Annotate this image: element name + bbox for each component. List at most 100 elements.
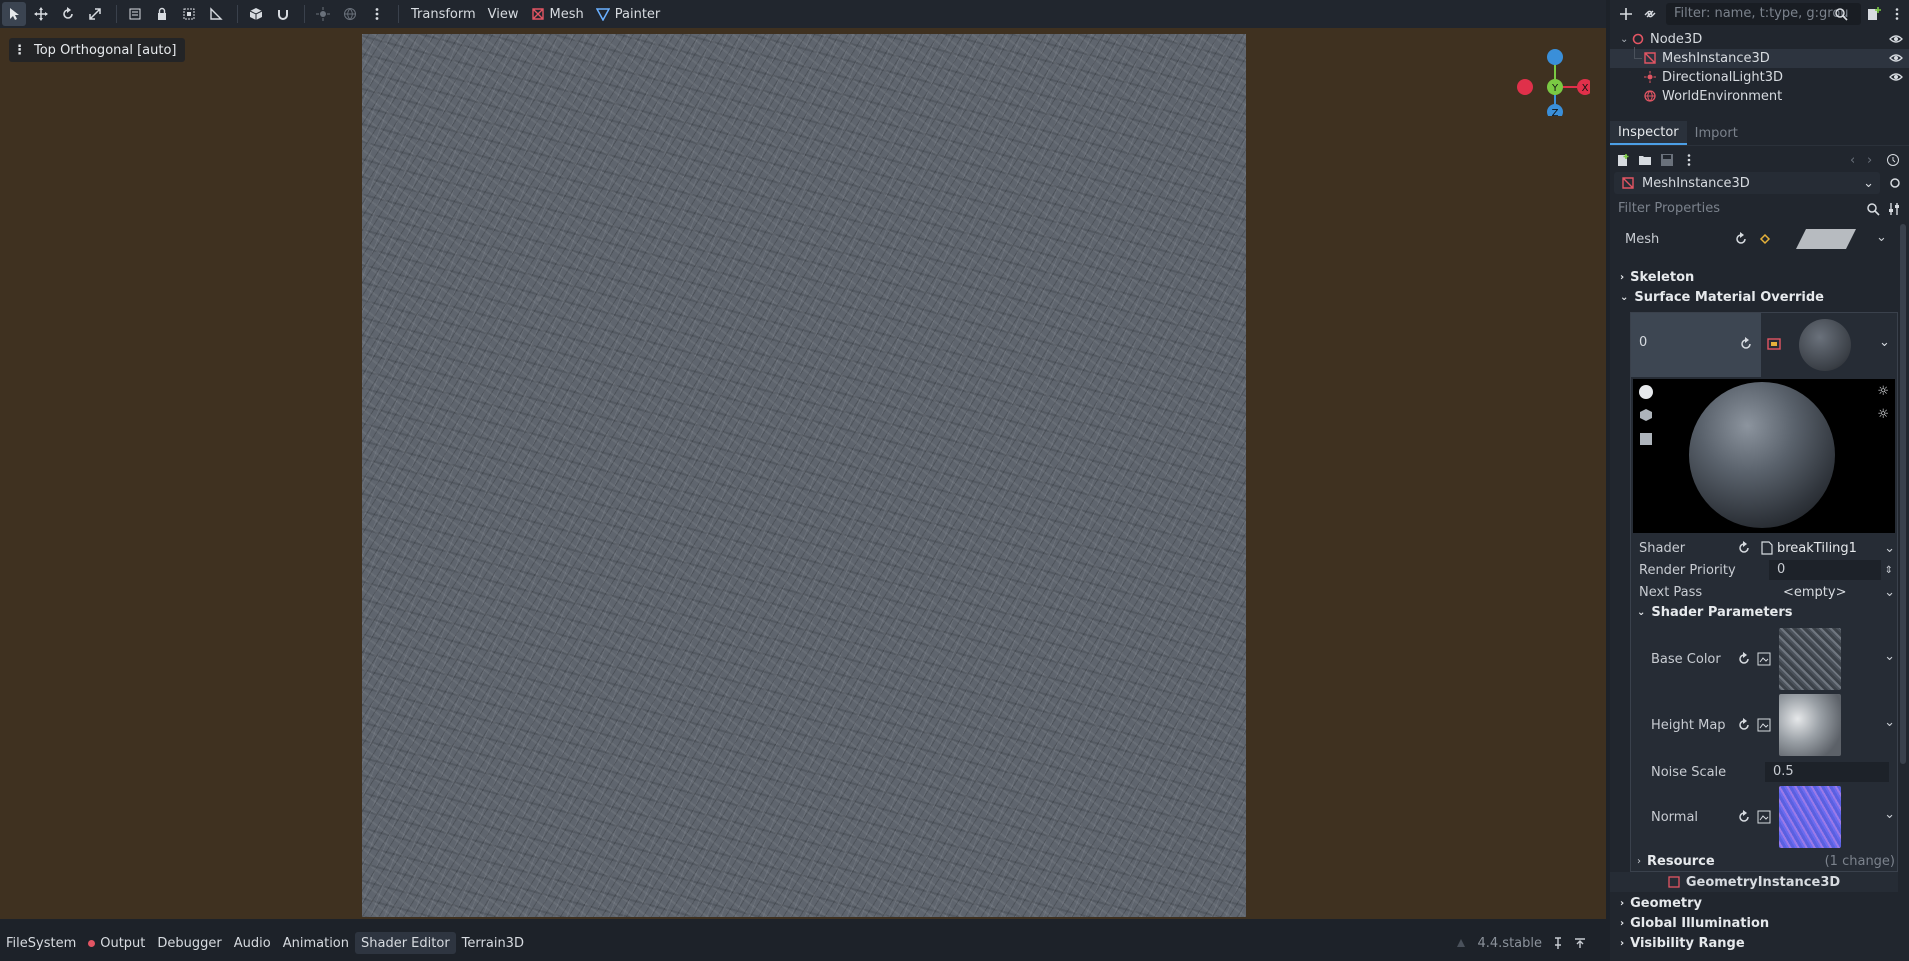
chevron-down-icon[interactable]: ⌄: [1876, 230, 1887, 245]
kebab-icon[interactable]: [1682, 153, 1696, 167]
plane-mesh-thumbnail[interactable]: [1794, 227, 1858, 251]
material-thumbnail[interactable]: [1799, 319, 1851, 371]
list-select-button[interactable]: [123, 2, 147, 26]
attach-script-icon[interactable]: [1866, 6, 1882, 22]
visibility-eye-icon[interactable]: [1889, 32, 1903, 46]
global-illumination-section[interactable]: › Global Illumination: [1620, 916, 1769, 931]
base-color-property: Base Color ⌄: [1651, 627, 1897, 691]
sphere-preview-icon[interactable]: [1639, 385, 1653, 399]
light-2-toggle-icon[interactable]: ☼: [1877, 407, 1889, 422]
select-tool-button[interactable]: [2, 2, 26, 26]
scene-filter-input[interactable]: Filter: name, t:type, g:grou: [1666, 3, 1861, 25]
kebab-icon[interactable]: [1890, 7, 1904, 21]
rotate-tool-button[interactable]: [56, 2, 80, 26]
chevron-down-icon[interactable]: ⌄: [1884, 807, 1895, 822]
revert-icon[interactable]: [1737, 541, 1751, 555]
snap-button[interactable]: [271, 2, 295, 26]
surface-material-override-section[interactable]: ⌄ Surface Material Override: [1620, 290, 1824, 305]
resource-section[interactable]: › Resource (1 change): [1637, 851, 1897, 871]
add-node-icon[interactable]: [1618, 6, 1634, 22]
tree-node-worldenvironment[interactable]: WorldEnvironment: [1610, 87, 1909, 106]
pin-icon[interactable]: [1552, 937, 1564, 949]
tab-shader-editor[interactable]: Shader Editor: [355, 932, 456, 954]
noise-scale-input[interactable]: 0.5: [1765, 762, 1889, 782]
object-selector[interactable]: MeshInstance3D ⌄: [1614, 172, 1880, 194]
revert-icon[interactable]: [1734, 232, 1748, 246]
painter-menu[interactable]: Painter: [590, 2, 667, 26]
normal-texture-thumbnail[interactable]: [1779, 786, 1841, 848]
tab-audio[interactable]: Audio: [228, 932, 277, 954]
shader-property[interactable]: Shader breakTiling1 ⌄: [1639, 537, 1897, 559]
view-menu[interactable]: View: [482, 2, 525, 26]
revert-icon[interactable]: [1737, 718, 1751, 732]
gizmo-y-label: Y: [1551, 83, 1559, 94]
next-pass-value[interactable]: <empty>: [1783, 585, 1847, 600]
terrain-plane-mesh[interactable]: [362, 34, 1246, 917]
tab-animation[interactable]: Animation: [277, 932, 355, 954]
keyframe-icon[interactable]: [1758, 232, 1772, 246]
tab-filesystem[interactable]: FileSystem: [0, 932, 82, 954]
inspector-scrollbar[interactable]: [1900, 224, 1906, 764]
chevron-down-icon[interactable]: ⌄: [1620, 34, 1628, 45]
geometry-section[interactable]: › Geometry: [1620, 896, 1702, 911]
light-1-toggle-icon[interactable]: ☼: [1877, 384, 1889, 399]
surface-slot-0[interactable]: 0: [1631, 313, 1761, 377]
visibility-eye-icon[interactable]: [1889, 51, 1903, 65]
scale-tool-button[interactable]: [83, 2, 107, 26]
chevron-down-icon[interactable]: ⌄: [1884, 541, 1895, 556]
quad-preview-icon[interactable]: [1640, 433, 1652, 445]
mesh-property-label: Mesh: [1625, 231, 1660, 247]
save-icon[interactable]: [1660, 153, 1674, 167]
shader-parameters-section[interactable]: ⌄ Shader Parameters: [1637, 605, 1793, 620]
move-tool-button[interactable]: [29, 2, 53, 26]
local-space-button[interactable]: [244, 2, 268, 26]
box-preview-icon[interactable]: [1640, 409, 1652, 421]
link-icon[interactable]: [1642, 6, 1658, 22]
spinner-icon[interactable]: ⇕: [1885, 565, 1893, 576]
mesh-menu[interactable]: Mesh: [525, 2, 590, 26]
revert-icon[interactable]: [1739, 337, 1753, 351]
filter-properties-input[interactable]: Filter Properties: [1614, 198, 1880, 220]
tree-node-directionallight3d[interactable]: DirectionalLight3D: [1610, 68, 1909, 87]
tab-terrain3d[interactable]: Terrain3D: [456, 932, 530, 954]
revert-icon[interactable]: [1737, 810, 1751, 824]
height-map-texture-thumbnail[interactable]: [1779, 694, 1841, 756]
view-mode-button[interactable]: ⋮ Top Orthogonal [auto]: [9, 38, 185, 62]
base-color-texture-thumbnail[interactable]: [1779, 628, 1841, 690]
history-forward-icon[interactable]: ›: [1867, 153, 1872, 168]
skeleton-section[interactable]: › Skeleton: [1620, 270, 1694, 285]
transform-menu[interactable]: Transform: [405, 2, 482, 26]
new-resource-icon[interactable]: [1616, 153, 1630, 167]
visibility-eye-icon[interactable]: [1889, 70, 1903, 84]
ruler-button[interactable]: [204, 2, 228, 26]
tab-output[interactable]: Output: [82, 932, 151, 954]
tab-inspector[interactable]: Inspector: [1610, 121, 1687, 145]
node-settings-icon[interactable]: [1888, 176, 1902, 190]
more-options-button[interactable]: [365, 2, 389, 26]
chevron-down-icon[interactable]: ⌄: [1879, 335, 1890, 350]
tab-import[interactable]: Import: [1687, 121, 1746, 145]
group-button[interactable]: [177, 2, 201, 26]
orientation-gizmo[interactable]: Y X Z: [1510, 36, 1590, 116]
filter-settings-icon[interactable]: [1888, 202, 1902, 216]
chevron-down-icon[interactable]: ⌄: [1884, 649, 1895, 664]
environment-toggle-button[interactable]: [338, 2, 362, 26]
3d-viewport[interactable]: ⋮ Top Orthogonal [auto] Y X Z: [0, 28, 1606, 919]
expand-panel-icon[interactable]: [1574, 937, 1586, 949]
visibility-range-section[interactable]: › Visibility Range: [1620, 936, 1745, 951]
tree-node-meshinstance3d[interactable]: MeshInstance3D: [1610, 47, 1909, 68]
chevron-down-icon[interactable]: ⌄: [1884, 585, 1895, 600]
open-folder-icon[interactable]: [1638, 153, 1652, 167]
mesh-property[interactable]: Mesh ⌄: [1610, 224, 1898, 254]
render-priority-input[interactable]: 0: [1769, 560, 1881, 580]
lock-button[interactable]: [150, 2, 174, 26]
shader-value[interactable]: breakTiling1: [1777, 541, 1857, 556]
chevron-down-icon[interactable]: ⌄: [1884, 715, 1895, 730]
sun-toggle-button[interactable]: [311, 2, 335, 26]
tree-node-node3d[interactable]: ⌄ Node3D: [1610, 30, 1909, 49]
tree-node-label: WorldEnvironment: [1662, 89, 1783, 104]
tab-debugger[interactable]: Debugger: [151, 932, 227, 954]
revert-icon[interactable]: [1737, 652, 1751, 666]
history-back-icon[interactable]: ‹: [1850, 153, 1855, 168]
history-icon[interactable]: [1886, 153, 1900, 167]
